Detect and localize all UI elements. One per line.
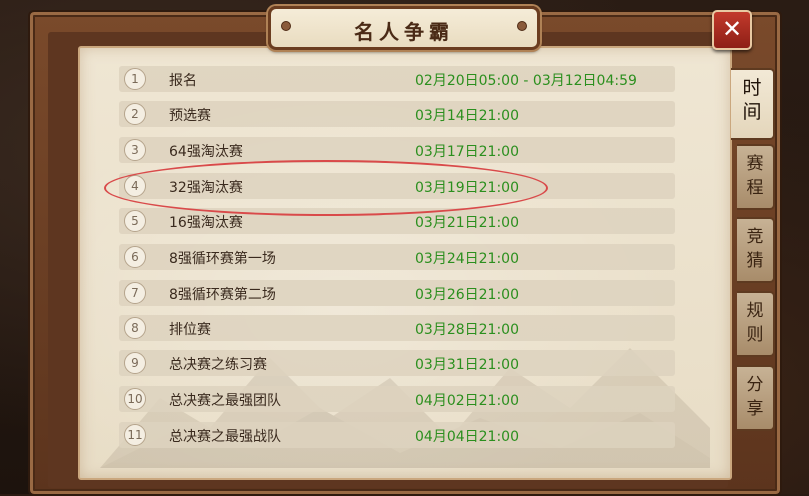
stage-name: 排位赛 [169,322,211,338]
row-number-badge: 2 [124,103,146,125]
stage-name: 总决赛之练习赛 [169,357,267,373]
row-number-badge: 11 [124,424,146,446]
stage-name: 8强循环赛第二场 [169,287,276,303]
stage-time: 03月17日21:00 [415,144,519,160]
close-icon: ✕ [721,15,743,43]
stage-name: 16强淘汰赛 [169,215,243,231]
tab-label-bottom: 间 [742,101,762,123]
stage-time: 03月24日21:00 [415,251,519,267]
schedule-row: 7 8强循环赛第二场 03月26日21:00 [119,280,675,306]
tab-label-bottom: 则 [746,325,764,345]
row-number-badge: 8 [124,317,146,339]
stage-time: 03月26日21:00 [415,287,519,303]
schedule-row: 8 排位赛 03月28日21:00 [119,315,675,341]
tab-label-bottom: 享 [746,399,764,419]
tab-1[interactable]: 赛程 [737,144,775,210]
row-number-badge: 3 [124,139,146,161]
schedule-row: 2 预选赛 03月14日21:00 [119,101,675,127]
stage-name: 预选赛 [169,108,211,124]
page-title: 名人争霸 [354,20,454,44]
stage-time: 03月14日21:00 [415,108,519,124]
schedule-row: 1 报名 02月20日05:00 - 03月12日04:59 [119,66,675,92]
stage-name: 8强循环赛第一场 [169,251,276,267]
tab-label-top: 时 [742,77,762,99]
tab-label-top: 规 [746,301,764,321]
schedule-row: 11 总决赛之最强战队 04月04日21:00 [119,422,675,448]
stage-time: 04月02日21:00 [415,393,519,409]
stage-time: 03月21日21:00 [415,215,519,231]
row-number-badge: 10 [124,388,146,410]
schedule-row: 6 8强循环赛第一场 03月24日21:00 [119,244,675,270]
tab-4[interactable]: 分享 [737,365,775,431]
schedule-row: 3 64强淘汰赛 03月17日21:00 [119,137,675,163]
tab-2[interactable]: 竞猜 [737,217,775,283]
schedule-row: 10 总决赛之最强团队 04月02日21:00 [119,386,675,412]
stage-time: 03月28日21:00 [415,322,519,338]
stage-name: 总决赛之最强团队 [169,393,281,409]
stage-name: 64强淘汰赛 [169,144,243,160]
row-number-badge: 7 [124,282,146,304]
stage-time: 02月20日05:00 - 03月12日04:59 [415,73,637,89]
tab-label-top: 竞 [746,227,764,247]
title-plate: 名人争霸 [268,6,540,50]
tab-label-top: 分 [746,375,764,395]
stage-name: 报名 [169,73,197,89]
row-number-badge: 1 [124,68,146,90]
stage-time: 03月31日21:00 [415,357,519,373]
row-number-badge: 6 [124,246,146,268]
stage-name: 总决赛之最强战队 [169,429,281,445]
tab-0[interactable]: 时间 [731,68,775,140]
tab-label-top: 赛 [746,154,764,174]
highlight-ring [104,160,548,216]
tab-label-bottom: 程 [746,178,764,198]
schedule-row: 9 总决赛之练习赛 03月31日21:00 [119,350,675,376]
tab-3[interactable]: 规则 [737,291,775,357]
row-number-badge: 5 [124,210,146,232]
close-button[interactable]: ✕ [712,10,752,50]
tab-label-bottom: 猜 [746,251,764,271]
stage-time: 04月04日21:00 [415,429,519,445]
row-number-badge: 9 [124,352,146,374]
